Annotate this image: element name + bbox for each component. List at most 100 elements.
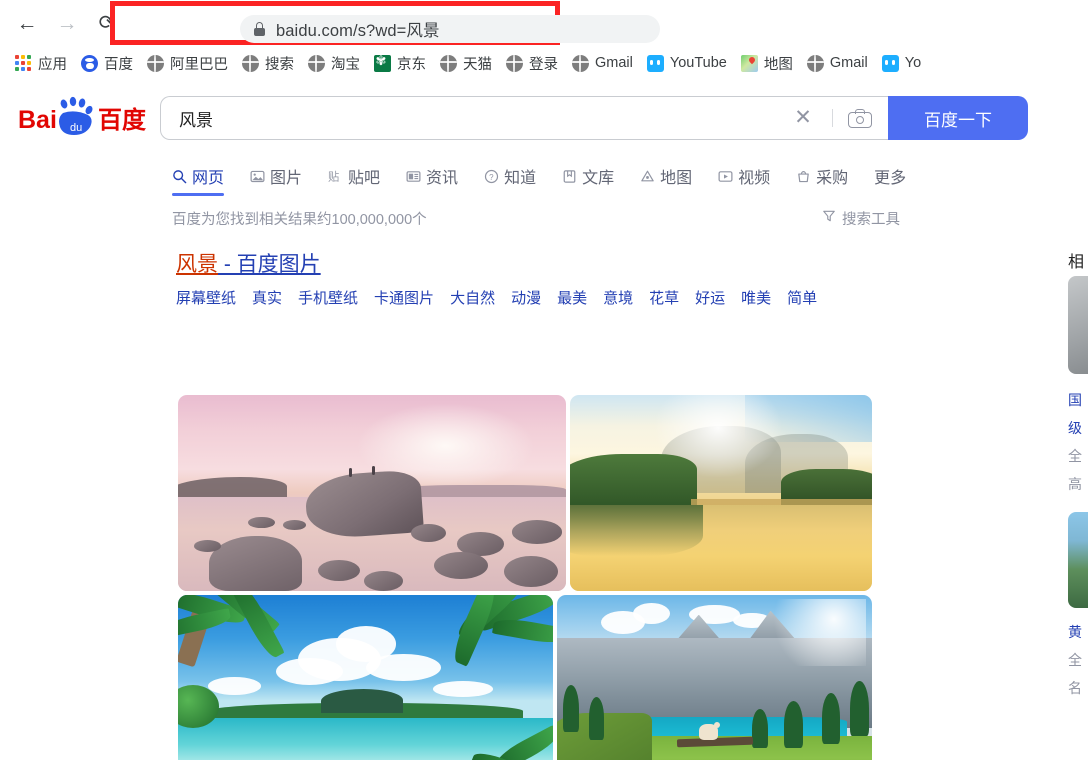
globe-icon xyxy=(806,54,824,72)
result-image-thumbnail[interactable] xyxy=(178,595,553,760)
result-tag[interactable]: 动漫 xyxy=(511,287,541,308)
bookmark-label: Gmail xyxy=(829,55,868,71)
browser-chrome: ← → ⟳ baidu.com/s?wd=风景 应用 百度 阿里巴巴 搜索 淘宝… xyxy=(0,0,1088,80)
landscape-artwork-alpine-lake xyxy=(557,595,872,760)
address-bar[interactable]: baidu.com/s?wd=风景 xyxy=(240,15,660,43)
bookmark-label: Gmail xyxy=(595,55,633,71)
bookmark-item-2[interactable]: 阿里巴巴 xyxy=(140,50,235,76)
bookmark-item-9[interactable]: YouTube xyxy=(640,50,734,76)
result-title-keyword: 风景 xyxy=(176,253,218,276)
baidu-logo[interactable]: Bai du 百度 xyxy=(18,95,148,139)
browser-navigation-bar: ← → ⟳ baidu.com/s?wd=风景 xyxy=(0,0,1088,46)
bookmark-label: 阿里巴巴 xyxy=(170,56,228,73)
result-tag[interactable]: 大自然 xyxy=(450,287,495,308)
baidu-paw-icon xyxy=(81,54,98,72)
bookmark-item-1[interactable]: 百度 xyxy=(74,50,140,76)
result-tag[interactable]: 卡通图片 xyxy=(374,287,434,308)
tab-images[interactable]: 图片 xyxy=(250,158,302,194)
tab-video[interactable]: 视频 xyxy=(718,158,770,194)
bookmark-label: 天猫 xyxy=(463,56,492,73)
result-tag[interactable]: 真实 xyxy=(252,287,282,308)
result-image-thumbnail[interactable] xyxy=(557,595,872,760)
maps-pin-icon xyxy=(740,54,758,72)
camera-icon[interactable] xyxy=(848,109,872,128)
result-tag[interactable]: 意境 xyxy=(603,287,633,308)
tab-zhidao[interactable]: ? 知道 xyxy=(484,158,536,194)
bookmark-label: 百度 xyxy=(104,56,133,73)
bookmark-item-3[interactable]: 搜索 xyxy=(235,50,301,76)
tieba-icon: 贴 xyxy=(328,169,343,184)
bookmark-item-7[interactable]: 登录 xyxy=(499,50,565,76)
globe-icon xyxy=(572,54,589,72)
tab-tieba[interactable]: 贴 贴吧 xyxy=(328,158,380,194)
landscape-artwork-misty-lake xyxy=(570,395,872,591)
filter-icon xyxy=(822,209,836,228)
result-summary-bar: 百度为您找到相关结果约100,000,000个 搜索工具 xyxy=(172,208,1028,230)
image-icon xyxy=(250,169,265,184)
sidebar-line: 高 xyxy=(1068,476,1082,492)
result-image-grid xyxy=(178,395,872,760)
bookmark-item-6[interactable]: 天猫 xyxy=(433,50,499,76)
tab-label: 图片 xyxy=(270,170,303,187)
landscape-artwork-sunset-lake xyxy=(178,395,566,591)
search-input[interactable]: 风景 xyxy=(160,96,888,140)
bookmark-item-0[interactable]: 应用 xyxy=(8,50,74,76)
bookmark-item-8[interactable]: Gmail xyxy=(565,50,640,76)
sidebar-line[interactable]: 国 xyxy=(1068,390,1082,410)
globe-icon xyxy=(242,54,259,72)
sidebar-line[interactable]: 级 xyxy=(1068,418,1082,438)
book-icon xyxy=(562,169,577,184)
tab-label: 更多 xyxy=(874,170,907,187)
tab-purchase[interactable]: 采购 xyxy=(796,158,848,194)
bookmark-item-10[interactable]: 地图 xyxy=(734,50,800,76)
globe-icon xyxy=(147,54,164,72)
result-tag-list: 屏幕壁纸 真实 手机壁纸 卡通图片 大自然 动漫 最美 意境 花草 好运 唯美 … xyxy=(176,287,833,308)
svg-text:百度: 百度 xyxy=(98,106,147,134)
result-tag[interactable]: 唯美 xyxy=(741,287,771,308)
tab-label: 网页 xyxy=(192,170,225,187)
bookmark-label: 京东 xyxy=(397,56,426,73)
result-tag[interactable]: 简单 xyxy=(787,287,817,308)
map-icon xyxy=(640,169,655,184)
result-tag[interactable]: 最美 xyxy=(557,287,587,308)
bookmark-label: 淘宝 xyxy=(331,56,360,73)
bookmark-item-4[interactable]: 淘宝 xyxy=(301,50,367,76)
result-tag[interactable]: 屏幕壁纸 xyxy=(176,287,236,308)
search-tools-label: 搜索工具 xyxy=(842,212,900,228)
result-image-thumbnail[interactable] xyxy=(178,395,566,591)
tab-label: 贴吧 xyxy=(348,170,381,187)
bookmark-label: 登录 xyxy=(529,56,558,73)
landscape-artwork-tropical-beach xyxy=(178,595,553,760)
sidebar-thumbnail[interactable] xyxy=(1068,276,1088,374)
tab-more[interactable]: 更多 xyxy=(874,158,906,194)
tab-wenku[interactable]: 文库 xyxy=(562,158,614,194)
bookmark-label: Yo xyxy=(904,55,922,71)
bookmark-item-12[interactable]: Yo xyxy=(875,50,928,76)
sidebar-line: 名 xyxy=(1068,680,1082,696)
search-tools-button[interactable]: 搜索工具 xyxy=(822,208,900,229)
search-submit-button[interactable]: 百度一下 xyxy=(888,96,1028,140)
result-tag[interactable]: 花草 xyxy=(649,287,679,308)
tab-news[interactable]: 资讯 xyxy=(406,158,458,194)
address-bar-url: baidu.com/s?wd=风景 xyxy=(276,22,440,40)
bookmark-item-11[interactable]: Gmail xyxy=(800,50,875,76)
sidebar-thumbnail[interactable] xyxy=(1068,512,1088,608)
clear-input-icon[interactable]: ✕ xyxy=(792,107,814,129)
tab-map[interactable]: 地图 xyxy=(640,158,692,194)
svg-text:?: ? xyxy=(489,172,494,181)
sidebar-line: 全 xyxy=(1068,652,1082,668)
bookmark-label: 地图 xyxy=(763,56,793,73)
result-tag[interactable]: 好运 xyxy=(695,287,725,308)
bookmark-item-5[interactable]: 京东 xyxy=(367,50,433,76)
tab-label: 文库 xyxy=(582,170,615,187)
play-icon xyxy=(718,169,733,184)
result-tag[interactable]: 手机壁纸 xyxy=(298,287,358,308)
result-title-link[interactable]: 风景 - 百度图片 xyxy=(176,248,321,278)
forward-button[interactable]: → xyxy=(50,6,84,40)
result-image-thumbnail[interactable] xyxy=(570,395,872,591)
globe-icon xyxy=(506,54,523,72)
tv-icon xyxy=(881,54,899,72)
back-button[interactable]: ← xyxy=(10,6,44,40)
sidebar-line[interactable]: 黄 xyxy=(1068,622,1082,642)
tab-webpage[interactable]: 网页 xyxy=(172,158,225,196)
